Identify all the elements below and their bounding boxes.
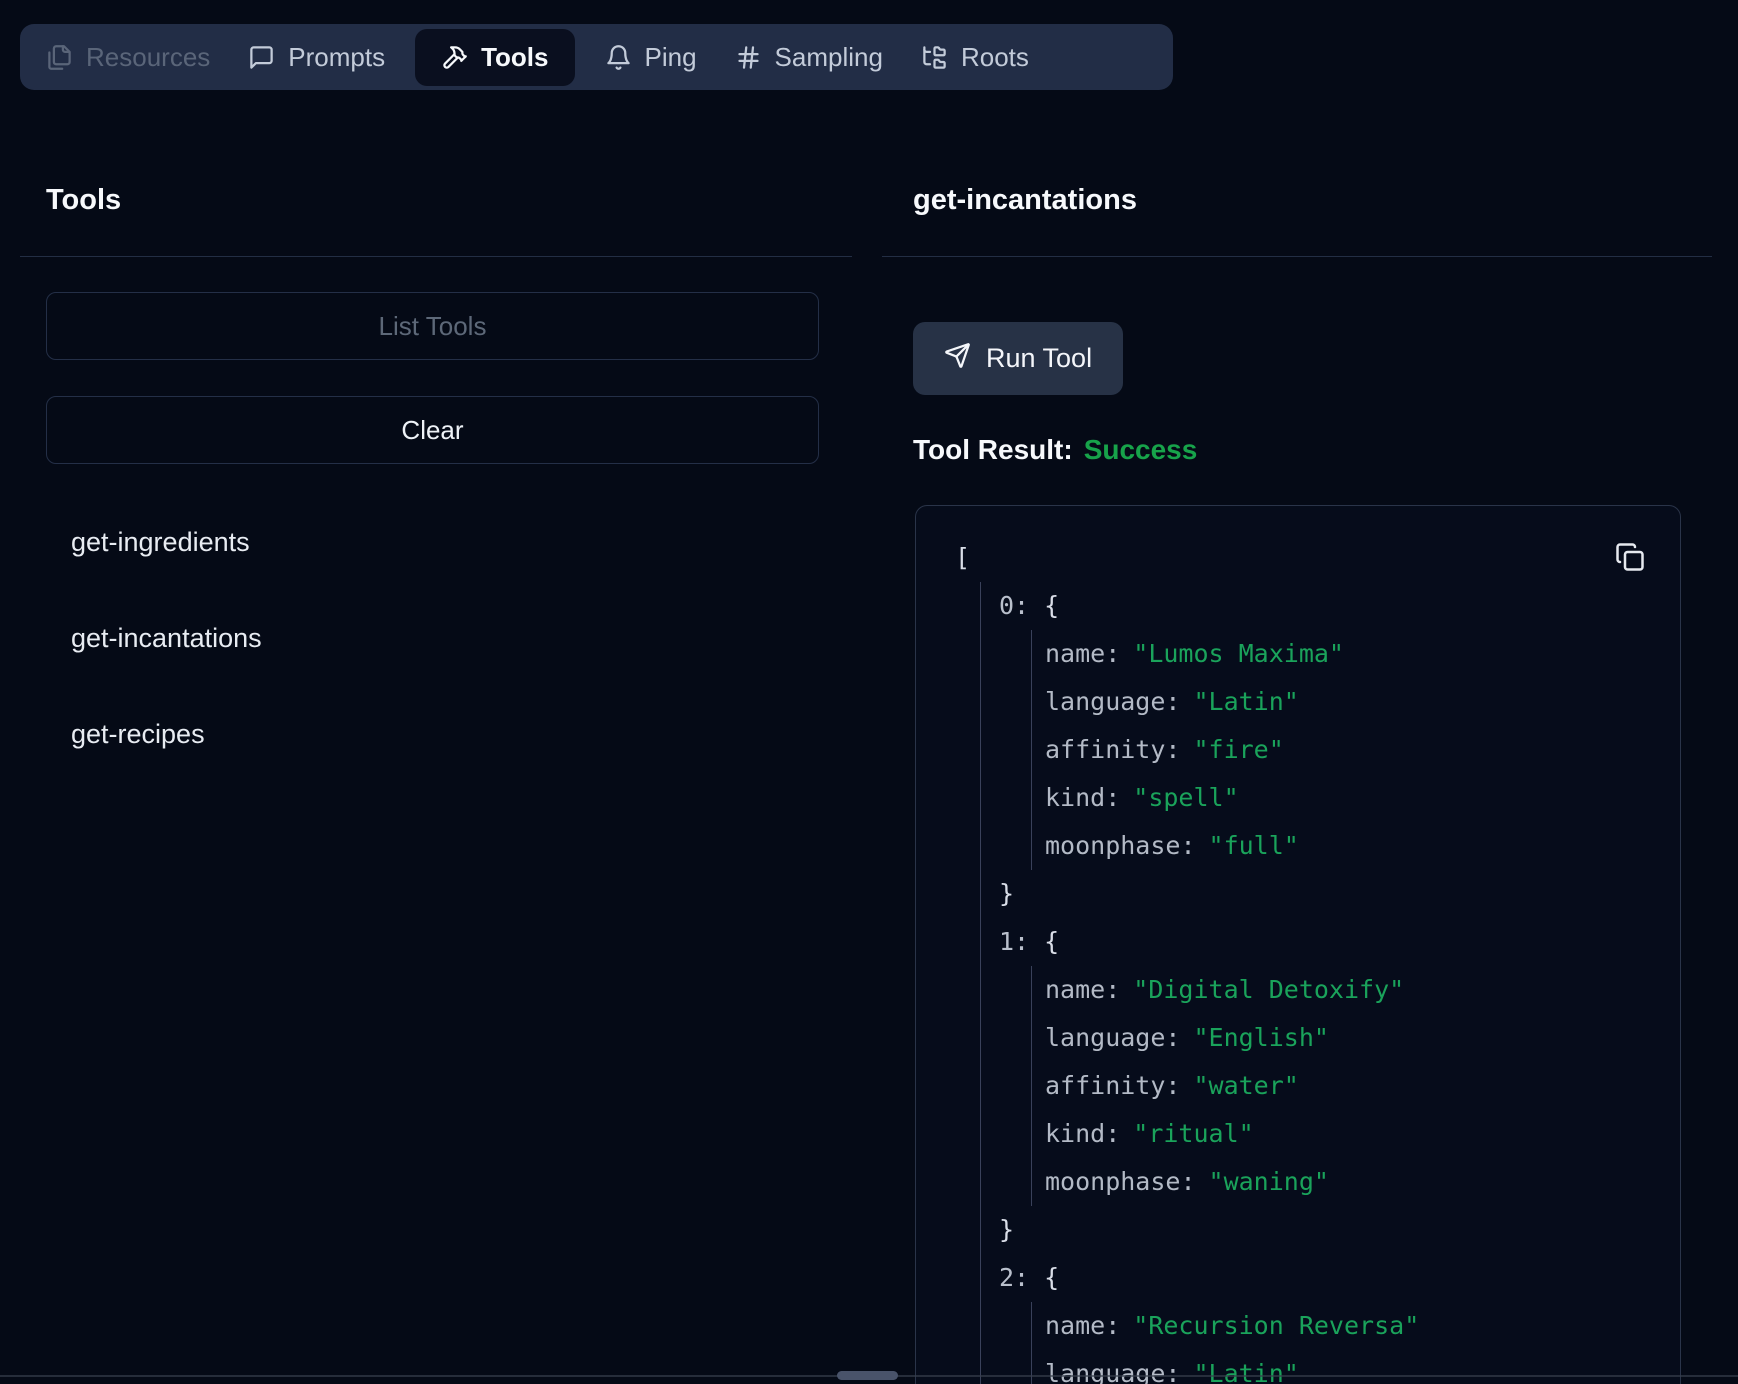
json-row: 0: { <box>916 582 1680 630</box>
tool-result-line: Tool Result: Success <box>913 434 1197 466</box>
tab-label: Tools <box>481 42 548 73</box>
detail-panel-divider <box>882 256 1712 257</box>
folder-tree-icon <box>921 44 948 71</box>
tab-label: Prompts <box>288 42 385 73</box>
tools-panel-title: Tools <box>46 184 121 217</box>
json-row: } <box>916 870 1680 918</box>
tab-tools[interactable]: Tools <box>415 29 574 86</box>
json-row: [ <box>916 534 1680 582</box>
tools-panel-divider <box>20 256 852 257</box>
clear-button[interactable]: Clear <box>46 396 819 464</box>
json-indent-guide <box>1031 966 1032 1206</box>
app-root: Resources Prompts Tools Ping Sampling Roots T… <box>0 0 1738 1384</box>
tool-list-item[interactable]: get-incantations <box>46 590 819 686</box>
tab-label: Sampling <box>775 42 883 73</box>
tool-result-json-viewer: [0: {name:"Lumos Maxima"language:"Latin"… <box>915 505 1681 1384</box>
tool-list-item[interactable]: get-recipes <box>46 686 819 782</box>
bell-icon <box>605 44 632 71</box>
horizontal-scrollbar-thumb[interactable] <box>837 1371 898 1380</box>
tool-result-status: Success <box>1084 434 1198 465</box>
json-indent-guide <box>1031 630 1032 870</box>
json-row: } <box>916 1206 1680 1254</box>
hash-icon <box>735 44 762 71</box>
tab-label: Ping <box>645 42 697 73</box>
tool-result-label: Tool Result: <box>913 434 1073 465</box>
tab-sampling[interactable]: Sampling <box>735 42 883 73</box>
json-row: 2: { <box>916 1254 1680 1302</box>
json-row: 1: { <box>916 918 1680 966</box>
tab-prompts[interactable]: Prompts <box>248 42 385 73</box>
tool-list-item[interactable]: get-ingredients <box>46 494 819 590</box>
hammer-icon <box>441 44 468 71</box>
json-indent-guide <box>1031 1302 1032 1384</box>
send-icon <box>944 342 971 376</box>
tab-label: Resources <box>86 42 210 73</box>
tab-bar: Resources Prompts Tools Ping Sampling Roots <box>20 24 1173 90</box>
tab-ping[interactable]: Ping <box>605 42 697 73</box>
message-square-icon <box>248 44 275 71</box>
run-tool-button[interactable]: Run Tool <box>913 322 1123 395</box>
tool-list: get-ingredientsget-incantationsget-recip… <box>46 494 819 782</box>
run-tool-label: Run Tool <box>986 343 1092 374</box>
tab-resources[interactable]: Resources <box>46 42 210 73</box>
tab-roots[interactable]: Roots <box>921 42 1029 73</box>
list-tools-button[interactable]: List Tools <box>46 292 819 360</box>
files-icon <box>46 44 73 71</box>
tab-label: Roots <box>961 42 1029 73</box>
selected-tool-title: get-incantations <box>913 184 1137 217</box>
json-indent-guide <box>980 582 981 1384</box>
panel-resizer[interactable] <box>852 96 882 1376</box>
